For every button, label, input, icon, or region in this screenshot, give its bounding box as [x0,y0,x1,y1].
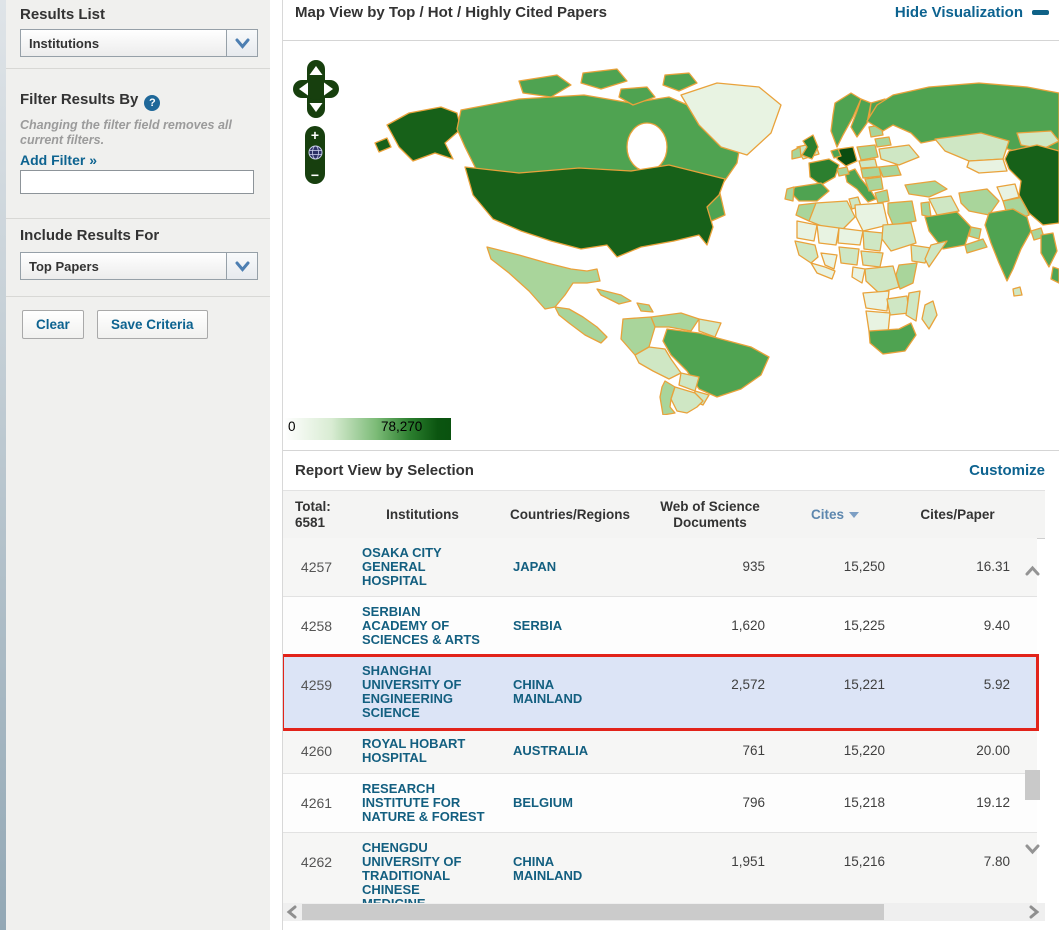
table-row[interactable]: 4262 CHENGDU UNIVERSITY OF TRADITIONAL C… [283,833,1037,903]
row-institution[interactable]: SERBIAN ACADEMY OF SCIENCES & ARTS [350,605,495,647]
table-row[interactable]: 4257 OSAKA CITY GENERAL HOSPITAL JAPAN 9… [283,538,1037,597]
table-header: Total: 6581 Institutions Countries/Regio… [283,490,1045,539]
column-header-documents[interactable]: Web of Science Documents [645,499,775,531]
sort-desc-icon [849,512,859,518]
map-zoom-control: + − [305,126,325,184]
sidebar-divider [6,68,270,69]
table-row[interactable]: 4260 ROYAL HOBART HOSPITAL AUSTRALIA 761… [283,729,1037,774]
row-rank: 4262 [283,841,350,903]
row-country[interactable]: CHINA MAINLAND [495,841,645,903]
include-results-title: Include Results For [20,227,159,244]
section-divider [283,40,1059,41]
sidebar-divider [6,218,270,219]
row-cites: 15,221 [775,664,895,720]
world-map[interactable] [369,55,1059,415]
row-cites-paper: 9.40 [895,605,1020,647]
include-results-dropdown-value: Top Papers [21,259,226,274]
save-criteria-button[interactable]: Save Criteria [97,310,208,339]
scroll-up-icon[interactable] [1024,563,1041,580]
row-country[interactable]: SERBIA [495,605,645,647]
row-cites-paper: 5.92 [895,664,1020,720]
row-cites: 15,218 [775,782,895,824]
total-value: 6581 [295,515,350,531]
table-row[interactable]: 4261 RESEARCH INSTITUTE FOR NATURE & FOR… [283,774,1037,833]
row-cites-paper: 7.80 [895,841,1020,903]
row-cites-paper: 20.00 [895,737,1020,765]
row-rank: 4261 [283,782,350,824]
column-header-countries[interactable]: Countries/Regions [495,507,645,523]
map-pan-control[interactable] [293,60,339,118]
table-row[interactable]: 4258 SERBIAN ACADEMY OF SCIENCES & ARTS … [283,597,1037,656]
row-documents: 1,951 [645,841,775,903]
row-institution[interactable]: RESEARCH INSTITUTE FOR NATURE & FOREST [350,782,495,824]
row-documents: 2,572 [645,664,775,720]
row-cites: 15,250 [775,546,895,588]
chevron-down-icon[interactable] [226,30,257,56]
row-documents: 761 [645,737,775,765]
globe-icon[interactable] [308,145,323,165]
horizontal-scroll-thumb[interactable] [302,904,884,920]
results-list-dropdown[interactable]: Institutions [20,29,258,57]
report-section-title: Report View by Selection [295,462,474,479]
column-header-cites-paper[interactable]: Cites/Paper [895,507,1020,523]
row-cites: 15,225 [775,605,895,647]
table-row[interactable]: 4259 SHANGHAI UNIVERSITY OF ENGINEERING … [283,656,1037,729]
scroll-down-icon[interactable] [1024,840,1041,857]
clear-button[interactable]: Clear [22,310,84,339]
sidebar-divider [6,296,270,297]
column-header-cites[interactable]: Cites [775,507,895,523]
row-documents: 1,620 [645,605,775,647]
column-header-institutions[interactable]: Institutions [350,507,495,523]
hide-visualization-link[interactable]: Hide Visualization [895,4,1049,21]
row-institution[interactable]: SHANGHAI UNIVERSITY OF ENGINEERING SCIEN… [350,664,495,720]
map-section-title: Map View by Top / Hot / Highly Cited Pap… [295,4,607,21]
row-rank: 4260 [283,737,350,765]
chevron-down-icon[interactable] [226,253,257,279]
section-divider [283,450,1059,451]
row-rank: 4258 [283,605,350,647]
sidebar: Results List Institutions Filter Results… [6,0,270,930]
scroll-right-icon[interactable] [1027,903,1043,921]
filter-results-title: Filter Results By? [20,91,160,111]
minus-icon [1032,10,1049,15]
zoom-out-button[interactable]: − [311,168,319,182]
row-institution[interactable]: ROYAL HOBART HOSPITAL [350,737,495,765]
row-country[interactable]: JAPAN [495,546,645,588]
vertical-scroll-thumb[interactable] [1025,770,1040,800]
map-legend: 0 78,270 [285,418,451,440]
legend-min-label: 0 [288,419,296,434]
results-list-title: Results List [20,6,105,23]
vertical-scrollbar[interactable] [1024,545,1041,895]
row-rank: 4257 [283,546,350,588]
help-icon[interactable]: ? [144,95,160,111]
row-cites: 15,220 [775,737,895,765]
total-label: Total: [295,499,350,515]
horizontal-scrollbar[interactable] [283,903,1045,921]
total-header: Total: 6581 [283,499,350,531]
add-filter-link[interactable]: Add Filter » [20,152,97,168]
row-cites: 15,216 [775,841,895,903]
row-country[interactable]: CHINA MAINLAND [495,664,645,720]
row-institution[interactable]: OSAKA CITY GENERAL HOSPITAL [350,546,495,588]
table-body: 4257 OSAKA CITY GENERAL HOSPITAL JAPAN 9… [283,538,1045,903]
row-rank: 4259 [283,664,350,720]
filter-input[interactable] [20,170,254,194]
row-cites-paper: 19.12 [895,782,1020,824]
row-documents: 796 [645,782,775,824]
results-list-dropdown-value: Institutions [21,36,226,51]
legend-max-label: 78,270 [381,419,422,434]
filter-note: Changing the filter field removes all cu… [20,118,252,148]
row-country[interactable]: AUSTRALIA [495,737,645,765]
customize-link[interactable]: Customize [969,462,1045,479]
row-country[interactable]: BELGIUM [495,782,645,824]
row-institution[interactable]: CHENGDU UNIVERSITY OF TRADITIONAL CHINES… [350,841,495,903]
zoom-in-button[interactable]: + [311,128,319,142]
main-content: Map View by Top / Hot / Highly Cited Pap… [283,0,1059,930]
row-documents: 935 [645,546,775,588]
include-results-dropdown[interactable]: Top Papers [20,252,258,280]
row-cites-paper: 16.31 [895,546,1020,588]
scroll-left-icon[interactable] [285,903,301,921]
